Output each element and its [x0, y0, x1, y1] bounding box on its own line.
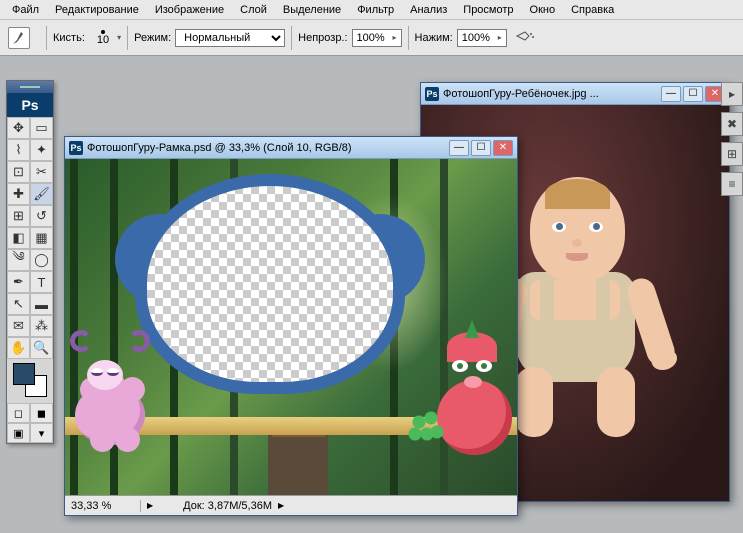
- zoom-level[interactable]: 33,33 %: [71, 500, 141, 512]
- blend-mode-select[interactable]: Нормальный: [175, 29, 285, 47]
- notes-tool[interactable]: ✉: [7, 315, 30, 337]
- bouquet-icon: [407, 410, 447, 450]
- shape-tool[interactable]: ▬: [30, 293, 53, 315]
- flow-label: Нажим:: [415, 32, 453, 44]
- status-bar: 33,33 % ▶ Док: 3,87M/5,36M ▶: [65, 495, 517, 515]
- path-tool[interactable]: ↖: [7, 293, 30, 315]
- screen-mode-icon[interactable]: ▣: [7, 423, 30, 443]
- menu-image[interactable]: Изображение: [147, 2, 232, 18]
- close-button[interactable]: ✕: [493, 140, 513, 156]
- brush-dropdown-icon[interactable]: ▾: [117, 33, 121, 42]
- dodge-tool[interactable]: ◯: [30, 249, 53, 271]
- minimize-button[interactable]: —: [449, 140, 469, 156]
- sheep-character: [65, 345, 155, 455]
- menu-layer[interactable]: Слой: [232, 2, 275, 18]
- airbrush-icon[interactable]: [515, 28, 535, 47]
- blur-tool[interactable]: ༄: [7, 249, 30, 271]
- standard-mode-icon[interactable]: ◻: [7, 403, 30, 423]
- flow-input[interactable]: 100%▸: [457, 29, 507, 47]
- menu-bar: Файл Редактирование Изображение Слой Выд…: [0, 0, 743, 20]
- cloud-frame: [135, 174, 405, 394]
- pig-character: [422, 340, 517, 460]
- titlebar[interactable]: Ps ФотошопГуру-Ребёночек.jpg ... — ☐ ✕: [421, 83, 729, 105]
- tools-panel: Ps ✥ ▭ ⌇ ✦ ⊡ ✂ ✚ 🖌 ⊞ ↺ ◧ ▦ ༄ ◯ ✒ T ↖ ▬ ✉…: [6, 80, 54, 444]
- marquee-tool[interactable]: ▭: [30, 117, 53, 139]
- foreground-color[interactable]: [13, 363, 35, 385]
- hand-tool[interactable]: ✋: [7, 337, 30, 359]
- menu-analysis[interactable]: Анализ: [402, 2, 455, 18]
- brush-size-value: 10: [97, 34, 109, 46]
- menu-view[interactable]: Просмотр: [455, 2, 521, 18]
- ps-logo: Ps: [7, 93, 53, 117]
- gradient-tool[interactable]: ▦: [30, 227, 53, 249]
- right-dock: ▸ ✖ ⊞ ≡: [721, 82, 743, 202]
- opacity-input[interactable]: 100%▸: [352, 29, 402, 47]
- options-bar: Кисть: 10 ▾ Режим: Нормальный Непрозр.: …: [0, 20, 743, 56]
- zoom-tool[interactable]: 🔍: [30, 337, 53, 359]
- titlebar[interactable]: Ps ФотошопГуру-Рамка.psd @ 33,3% (Слой 1…: [65, 137, 517, 159]
- move-tool[interactable]: ✥: [7, 117, 30, 139]
- status-menu-icon[interactable]: ▶: [278, 501, 284, 510]
- heal-tool[interactable]: ✚: [7, 183, 30, 205]
- menu-select[interactable]: Выделение: [275, 2, 349, 18]
- slice-tool[interactable]: ✂: [30, 161, 53, 183]
- minimize-button[interactable]: —: [661, 86, 681, 102]
- dock-tab-1[interactable]: ▸: [721, 82, 743, 106]
- ps-file-icon: Ps: [69, 141, 83, 155]
- separator: [408, 26, 409, 50]
- menu-file[interactable]: Файл: [4, 2, 47, 18]
- brush-label: Кисть:: [53, 32, 85, 44]
- lasso-tool[interactable]: ⌇: [7, 139, 30, 161]
- canvas[interactable]: [65, 159, 517, 495]
- color-swatches[interactable]: [7, 359, 53, 403]
- transparent-area: [147, 186, 393, 382]
- eyedropper-tool[interactable]: ⁂: [30, 315, 53, 337]
- panel-grip[interactable]: [7, 81, 53, 93]
- wand-tool[interactable]: ✦: [30, 139, 53, 161]
- separator: [46, 26, 47, 50]
- pen-tool[interactable]: ✒: [7, 271, 30, 293]
- ps-file-icon: Ps: [425, 87, 439, 101]
- window-title: ФотошопГуру-Рамка.psd @ 33,3% (Слой 10, …: [87, 142, 449, 154]
- menu-help[interactable]: Справка: [563, 2, 622, 18]
- stamp-tool[interactable]: ⊞: [7, 205, 30, 227]
- house-graphic: [268, 435, 328, 495]
- quickmask-mode-icon[interactable]: ◼: [30, 403, 53, 423]
- window-title: ФотошопГуру-Ребёночек.jpg ...: [443, 88, 661, 100]
- maximize-button[interactable]: ☐: [683, 86, 703, 102]
- dock-tab-3[interactable]: ⊞: [721, 142, 743, 166]
- history-brush-tool[interactable]: ↺: [30, 205, 53, 227]
- maximize-button[interactable]: ☐: [471, 140, 491, 156]
- brush-preset-picker[interactable]: 10: [97, 30, 109, 46]
- separator: [127, 26, 128, 50]
- brush-tool-icon[interactable]: [8, 27, 30, 49]
- screen-mode-menu-icon[interactable]: ▾: [30, 423, 53, 443]
- separator: [291, 26, 292, 50]
- crop-tool[interactable]: ⊡: [7, 161, 30, 183]
- opacity-label: Непрозр.:: [298, 32, 347, 44]
- brush-tool[interactable]: 🖌: [30, 183, 53, 205]
- mode-label: Режим:: [134, 32, 171, 44]
- dock-tab-2[interactable]: ✖: [721, 112, 743, 136]
- menu-filter[interactable]: Фильтр: [349, 2, 402, 18]
- type-tool[interactable]: T: [30, 271, 53, 293]
- doc-size[interactable]: Док: 3,87M/5,36M: [153, 500, 272, 512]
- menu-window[interactable]: Окно: [522, 2, 564, 18]
- menu-edit[interactable]: Редактирование: [47, 2, 147, 18]
- document-window-frame[interactable]: Ps ФотошопГуру-Рамка.psd @ 33,3% (Слой 1…: [64, 136, 518, 516]
- dock-tab-4[interactable]: ≡: [721, 172, 743, 196]
